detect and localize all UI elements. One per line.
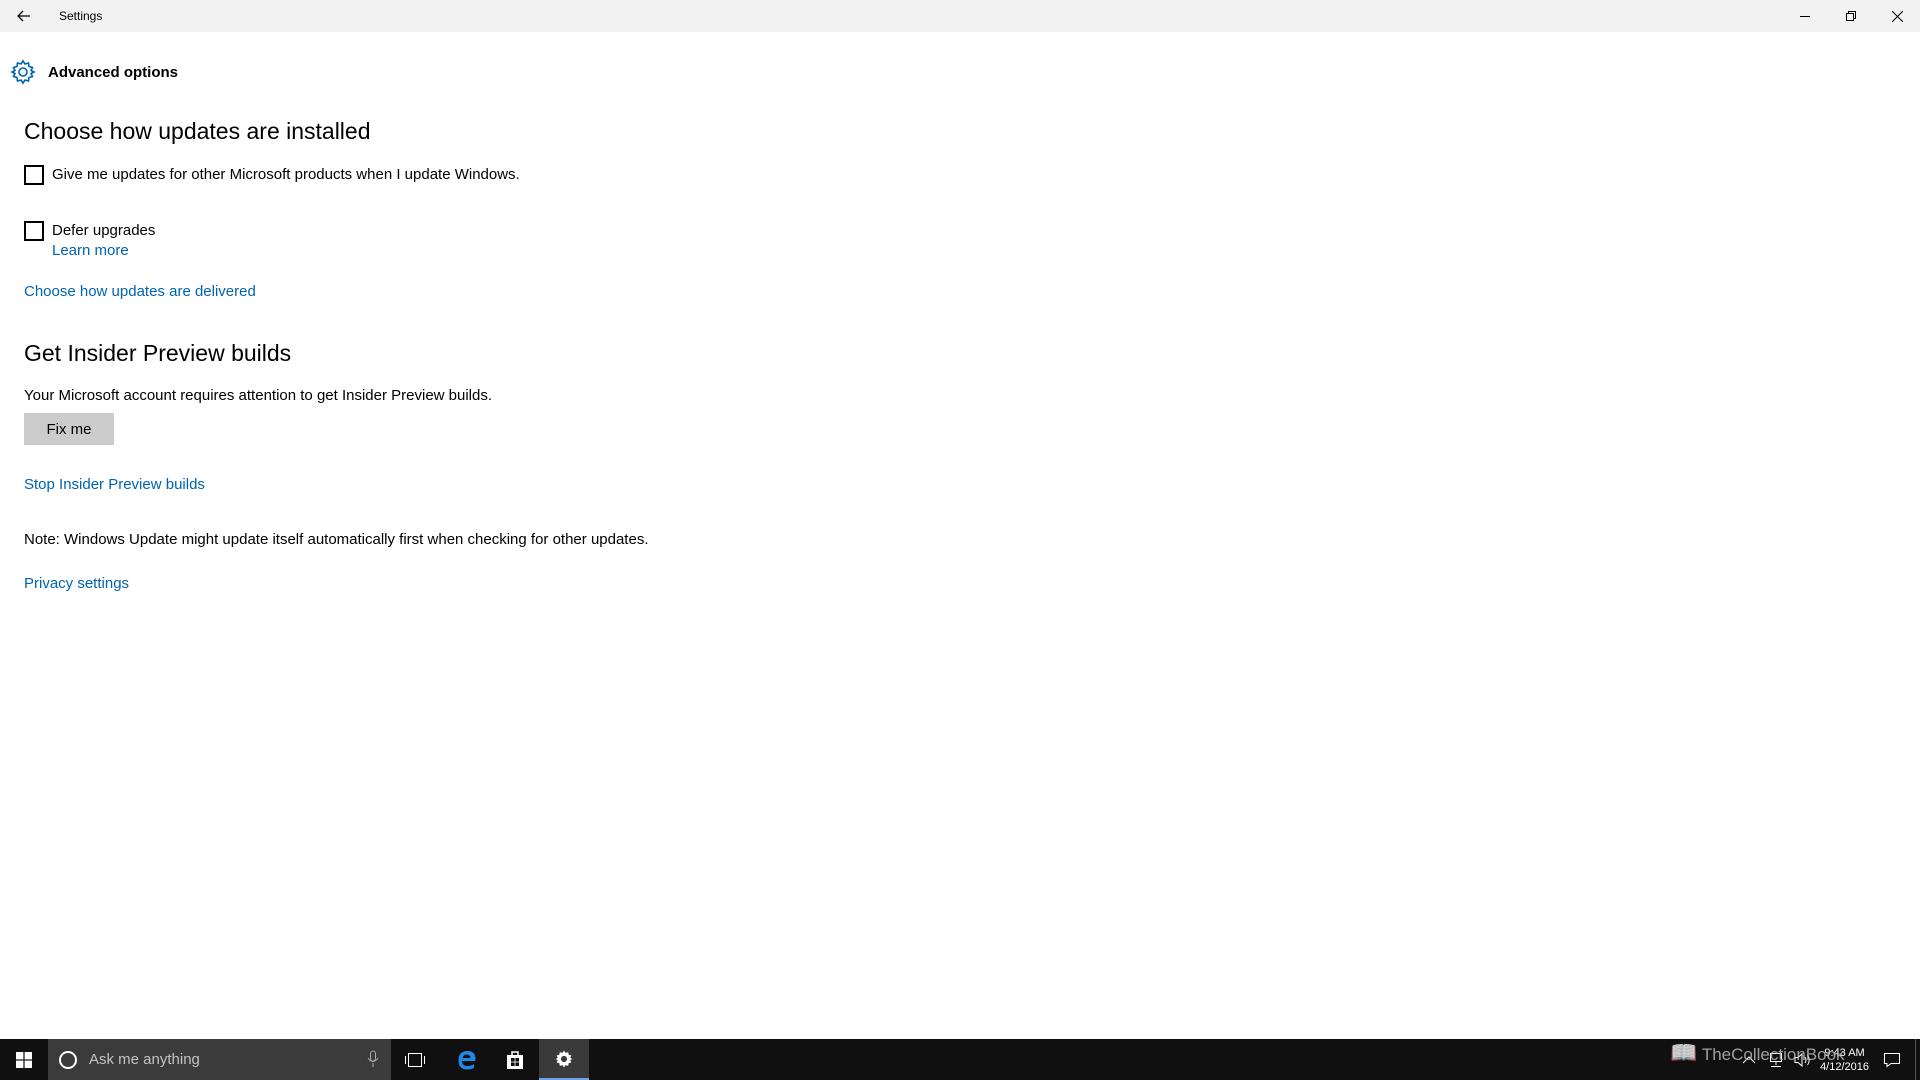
- minimize-button[interactable]: [1782, 0, 1828, 32]
- title-bar: Settings: [0, 0, 1920, 32]
- other-products-checkbox[interactable]: [24, 165, 44, 185]
- windows-logo-icon: [16, 1051, 32, 1068]
- insider-message: Your Microsoft account requires attentio…: [24, 387, 493, 404]
- task-view-button[interactable]: [391, 1039, 439, 1080]
- watermark-text: TheCollectionBook: [1701, 1045, 1845, 1064]
- back-arrow-icon: [17, 10, 30, 22]
- update-note: Note: Windows Update might update itself…: [24, 531, 649, 548]
- search-box[interactable]: Ask me anything: [48, 1039, 391, 1080]
- defer-upgrades-label: Defer upgrades: [52, 222, 156, 239]
- start-button[interactable]: [0, 1039, 48, 1080]
- action-center-icon[interactable]: [1883, 1052, 1901, 1068]
- insider-section-heading: Get Insider Preview builds: [24, 340, 292, 366]
- page-title: Advanced options: [48, 63, 179, 81]
- privacy-settings-link[interactable]: Privacy settings: [24, 575, 1024, 592]
- watermark-book-icon: 📖: [1670, 1040, 1698, 1065]
- edge-icon: [458, 1050, 476, 1069]
- close-button[interactable]: [1874, 0, 1920, 32]
- page-header: Advanced options: [10, 59, 178, 85]
- search-placeholder: Ask me anything: [89, 1051, 200, 1068]
- delivery-link[interactable]: Choose how updates are delivered: [24, 283, 1024, 300]
- window-title: Settings: [59, 9, 103, 23]
- back-button[interactable]: [0, 0, 48, 32]
- watermark: 📖 TheCollectionBook: [1670, 1040, 1845, 1066]
- cortana-icon: [59, 1050, 77, 1069]
- edge-browser-button[interactable]: [443, 1039, 491, 1080]
- learn-more-link[interactable]: Learn more: [52, 241, 155, 261]
- defer-upgrades-option[interactable]: Defer upgrades Learn more: [24, 221, 1024, 261]
- gear-icon: [10, 59, 36, 85]
- defer-upgrades-checkbox[interactable]: [24, 221, 44, 241]
- stop-insider-link[interactable]: Stop Insider Preview builds: [24, 476, 1024, 493]
- task-view-icon: [405, 1052, 425, 1067]
- microphone-icon[interactable]: [367, 1050, 379, 1068]
- minimize-icon: [1800, 16, 1810, 17]
- install-section-heading: Choose how updates are installed: [24, 118, 371, 144]
- restore-button[interactable]: [1828, 0, 1874, 32]
- taskbar: Ask me anything 9:43 AM 4/12/2016: [0, 1039, 1920, 1080]
- restore-icon: [1846, 11, 1856, 21]
- settings-gear-icon: [555, 1050, 573, 1067]
- store-icon: [507, 1050, 523, 1069]
- settings-window: Settings Advanced options Choose how upd…: [0, 0, 1920, 1039]
- other-products-label: Give me updates for other Microsoft prod…: [52, 166, 520, 183]
- close-icon: [1891, 10, 1903, 22]
- other-products-option[interactable]: Give me updates for other Microsoft prod…: [24, 165, 1024, 185]
- settings-taskbar-button[interactable]: [539, 1039, 589, 1080]
- store-button[interactable]: [491, 1039, 539, 1080]
- content-area: Choose how updates are installed Give me…: [24, 118, 1024, 592]
- fix-me-button[interactable]: Fix me: [24, 413, 114, 445]
- show-desktop-button[interactable]: [1915, 1039, 1920, 1080]
